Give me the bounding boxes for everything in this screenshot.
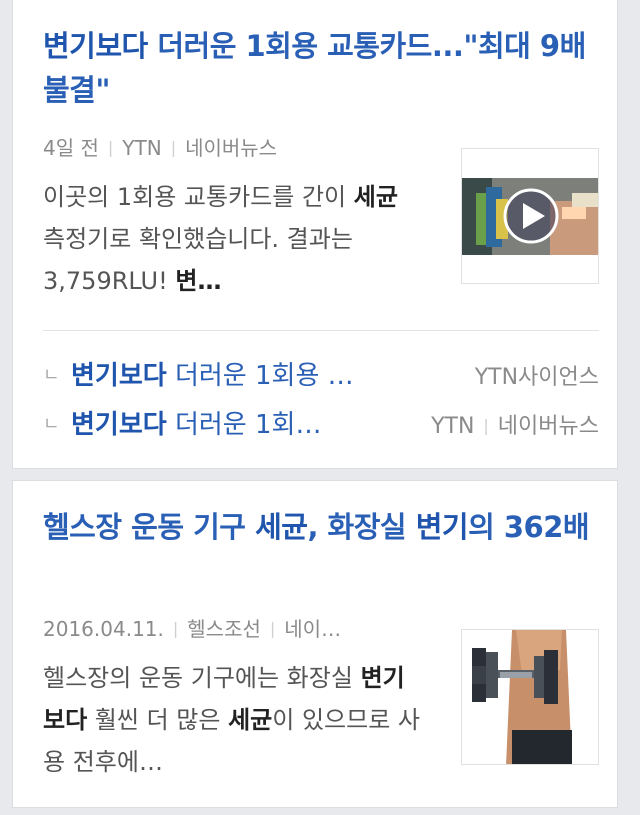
related-source[interactable]: YTN — [431, 414, 474, 439]
snippet-text: 이곳의 1회용 교통카드를 간이 — [43, 183, 354, 211]
dumbbell-icon — [462, 630, 598, 764]
article-source[interactable]: 헬스조선 — [187, 617, 261, 641]
corner-arrow-icon: ㄴ — [43, 365, 60, 386]
snippet-text: 훨씬 더 많은 — [87, 706, 229, 734]
snippet-highlight: 세균 — [228, 706, 273, 734]
title-text: , 화장실 — [307, 510, 416, 544]
photo-thumbnail[interactable] — [461, 629, 599, 765]
article-portal-link[interactable]: 네이버뉴스 — [185, 136, 277, 160]
related-portal-link[interactable]: 네이버뉴스 — [498, 414, 599, 439]
title-text: 의 362배 — [468, 510, 590, 544]
related-text: 더러운 1회… — [166, 410, 322, 440]
article-snippet[interactable]: 헬스장의 운동 기구에는 화장실 변기보다 훨씬 더 많은 세균이 있으므로 사… — [43, 657, 423, 783]
corner-arrow-icon: ㄴ — [43, 414, 60, 435]
article-snippet[interactable]: 이곳의 1회용 교통카드를 간이 세균 측정기로 확인했습니다. 결과는 3,7… — [43, 176, 423, 302]
article-portal-link[interactable]: 네이… — [284, 617, 341, 641]
related-title[interactable]: 변기보다 더러운 1회용 … — [71, 356, 354, 396]
related-highlight: 변기보다 — [71, 410, 167, 440]
article-title-link[interactable]: 변기보다 더러운 1회용 교통카드..."최대 9배 불결" — [43, 24, 599, 112]
article-meta: 4일 전 | YTN | 네이버뉴스 — [43, 132, 277, 161]
related-text: 더러운 1회용 … — [166, 361, 354, 391]
title-highlight: 변기보다 — [43, 29, 148, 63]
meta-separator: | — [170, 138, 177, 157]
title-highlight: 변기 — [415, 510, 469, 544]
video-thumbnail-image — [462, 149, 598, 283]
divider — [43, 330, 599, 331]
article-date: 2016.04.11. — [43, 617, 164, 641]
related-article[interactable]: ㄴ 변기보다 더러운 1회… YTN | 네이버뉴스 — [43, 405, 599, 445]
related-title[interactable]: 변기보다 더러운 1회… — [71, 405, 321, 445]
snippet-text: 헬스장의 운동 기구에는 화장실 — [43, 664, 361, 692]
news-card: 헬스장 운동 기구 세균, 화장실 변기의 362배 2016.04.11. | 헬… — [12, 480, 618, 808]
meta-separator: | — [107, 138, 114, 157]
related-source-group: YTN | 네이버뉴스 — [431, 407, 599, 448]
article-date: 4일 전 — [43, 136, 99, 160]
article-meta: 2016.04.11. | 헬스조선 | 네이… — [43, 613, 341, 642]
related-highlight: 변기보다 — [71, 361, 167, 391]
related-article[interactable]: ㄴ 변기보다 더러운 1회용 … YTN사이언스 — [43, 356, 599, 396]
title-highlight: 세균 — [255, 510, 308, 544]
article-title-link[interactable]: 헬스장 운동 기구 세균, 화장실 변기의 362배 — [43, 505, 599, 549]
snippet-highlight: 세균 — [353, 183, 398, 211]
related-source[interactable]: YTN사이언스 — [475, 358, 599, 398]
news-card: 변기보다 더러운 1회용 교통카드..."최대 9배 불결" 4일 전 | YTN |… — [12, 0, 618, 469]
article-source[interactable]: YTN — [122, 136, 161, 160]
snippet-highlight: 변… — [175, 267, 222, 295]
video-thumbnail[interactable] — [461, 148, 599, 284]
title-text: 헬스장 운동 기구 — [43, 510, 256, 544]
meta-separator: | — [172, 619, 179, 638]
meta-separator: | — [269, 619, 276, 638]
meta-separator: | — [483, 416, 489, 435]
